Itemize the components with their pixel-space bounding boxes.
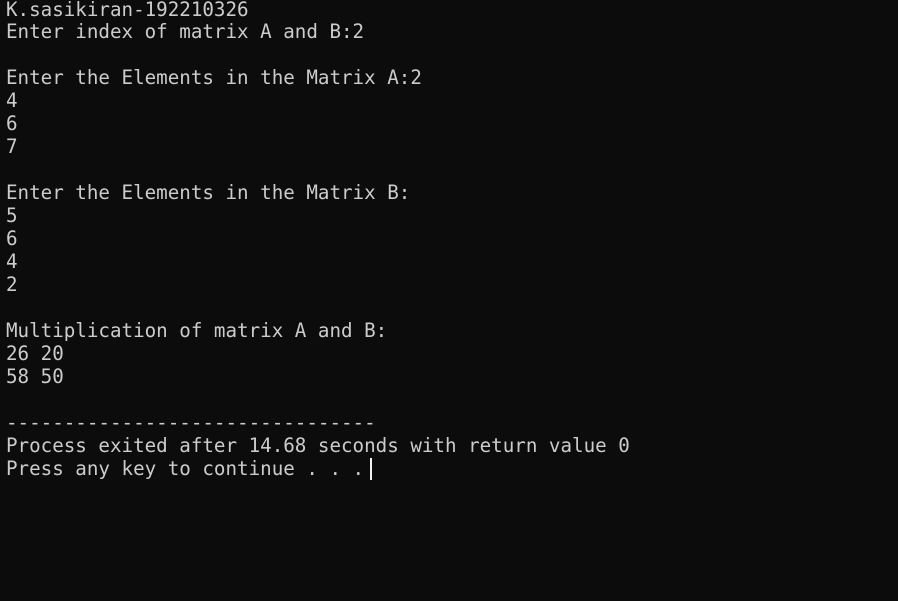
console-line-matrix-b-value: 5 [6,204,18,227]
console-line-matrix-a-value: 6 [6,112,18,135]
console-line-matrix-b-value: 6 [6,227,18,250]
console-line-matrix-b-prompt: Enter the Elements in the Matrix B: [6,181,411,204]
console-line-matrix-a-prompt: Enter the Elements in the Matrix A:2 [6,66,422,89]
console-line-matrix-b-value: 4 [6,250,18,273]
continue-prompt-text: Press any key to continue . . . [6,457,365,480]
console-line-continue-prompt: Press any key to continue . . . [6,457,898,480]
console-line-result-heading: Multiplication of matrix A and B: [6,319,388,342]
console-output[interactable]: K.sasikiran-192210326 Enter index of mat… [0,0,898,601]
console-line-matrix-a-value: 7 [6,135,18,158]
console-line-result-row: 58 50 [6,365,64,388]
console-line-index-prompt: Enter index of matrix A and B:2 [6,20,365,43]
console-line-result-row: 26 20 [6,342,64,365]
text-cursor [370,458,372,480]
console-line-process-exit: Process exited after 14.68 seconds with … [6,434,630,457]
console-line-matrix-b-value: 2 [6,273,18,296]
console-line-separator: -------------------------------- [6,411,376,434]
console-line-author: K.sasikiran-192210326 [6,0,249,21]
console-line-matrix-a-value: 4 [6,89,18,112]
